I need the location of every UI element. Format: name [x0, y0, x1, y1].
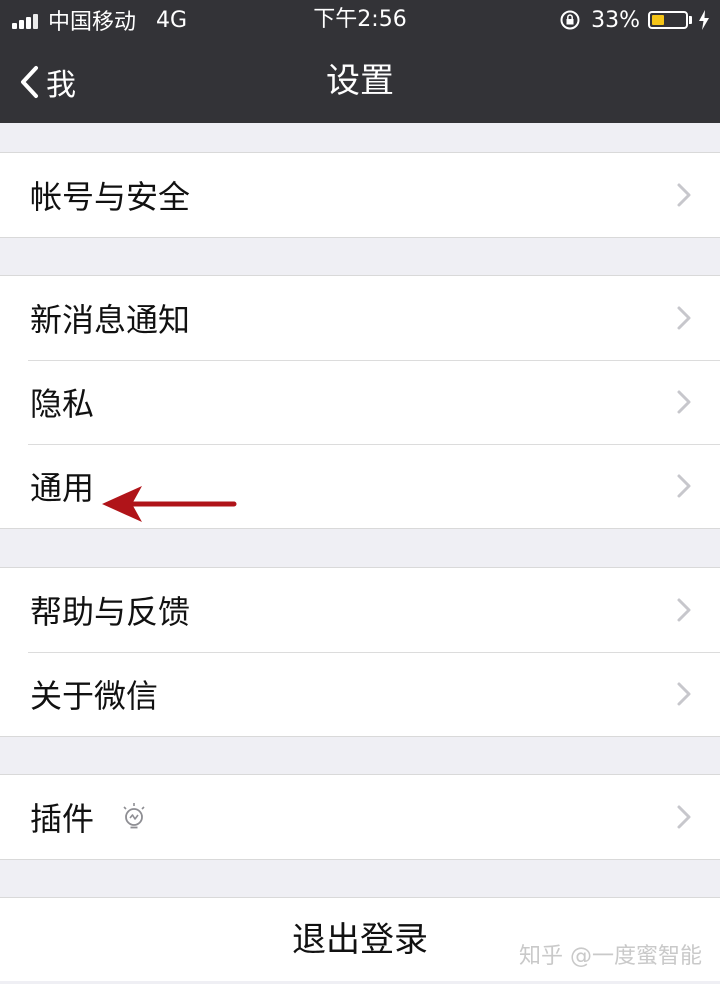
settings-item-about[interactable]: 关于微信	[0, 652, 720, 736]
rotation-lock-icon	[560, 10, 580, 30]
charging-icon	[699, 10, 709, 30]
settings-item-notifications[interactable]: 新消息通知	[0, 276, 720, 360]
settings-item-privacy[interactable]: 隐私	[0, 360, 720, 444]
lightbulb-icon	[123, 803, 145, 829]
settings-group-help: 帮助与反馈 关于微信	[0, 567, 720, 737]
settings-item-label: 通用	[30, 469, 95, 507]
battery-tip	[689, 16, 692, 24]
settings-item-label: 新消息通知	[30, 301, 191, 339]
settings-item-label: 关于微信	[30, 677, 159, 715]
settings-item-label: 帮助与反馈	[30, 593, 191, 631]
chevron-right-icon	[677, 598, 691, 622]
chevron-right-icon	[677, 306, 691, 330]
chevron-right-icon	[677, 390, 691, 414]
page-title: 设置	[326, 61, 394, 101]
status-bar: 中国移动 4G 下午2:56 33%	[0, 0, 720, 40]
settings-group-account: 帐号与安全	[0, 152, 720, 238]
battery-icon	[648, 11, 688, 29]
watermark: 知乎 @一度蜜智能	[519, 944, 702, 969]
settings-item-account-security[interactable]: 帐号与安全	[0, 153, 720, 237]
red-arrow-annotation-icon	[102, 486, 237, 522]
chevron-right-icon	[677, 805, 691, 829]
settings-group-plugins: 插件	[0, 774, 720, 860]
settings-item-plugins[interactable]: 插件	[0, 775, 720, 859]
battery-percent: 33%	[591, 7, 640, 33]
settings-item-label: 帐号与安全	[30, 178, 191, 216]
status-right: 33%	[559, 0, 710, 40]
settings-item-label: 隐私	[30, 385, 95, 423]
chevron-right-icon	[677, 183, 691, 207]
settings-item-help-feedback[interactable]: 帮助与反馈	[0, 568, 720, 652]
settings-item-label: 插件	[30, 800, 95, 838]
chevron-right-icon	[677, 474, 691, 498]
chevron-right-icon	[677, 682, 691, 706]
navigation-bar: 我 设置	[0, 40, 720, 123]
